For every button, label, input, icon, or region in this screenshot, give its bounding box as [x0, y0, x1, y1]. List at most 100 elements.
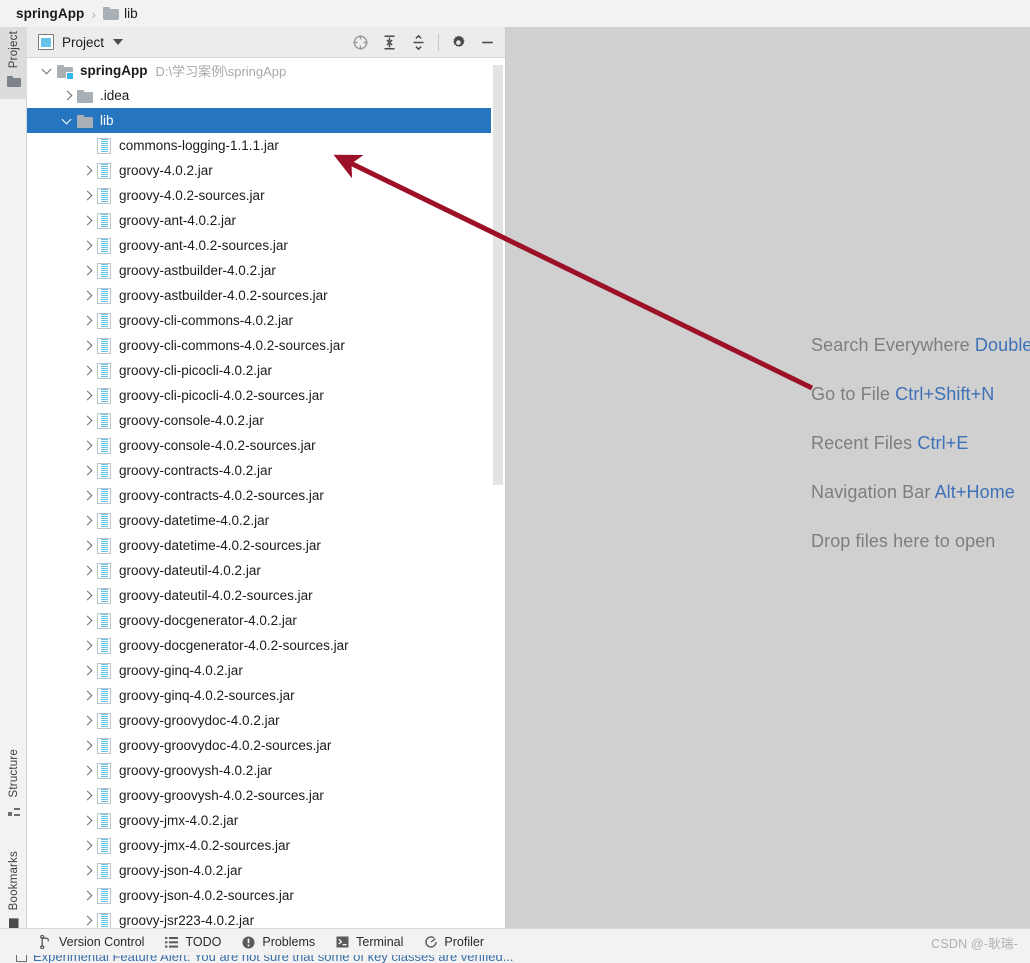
chevron-collapsed-icon[interactable] [79, 708, 97, 733]
breadcrumb-leaf[interactable]: lib [124, 6, 138, 21]
tree-row[interactable]: groovy-dateutil-4.0.2-sources.jar [27, 583, 505, 608]
tree-row-folder-idea[interactable]: .idea [27, 83, 505, 108]
tree-row[interactable]: groovy-cli-picocli-4.0.2.jar [27, 358, 505, 383]
chevron-collapsed-icon[interactable] [79, 533, 97, 558]
tree-row[interactable]: groovy-cli-picocli-4.0.2-sources.jar [27, 383, 505, 408]
chevron-collapsed-icon[interactable] [79, 258, 97, 283]
chevron-collapsed-icon[interactable] [79, 808, 97, 833]
tree-row-folder-lib[interactable]: lib [27, 108, 505, 133]
tree-row[interactable]: groovy-console-4.0.2.jar [27, 408, 505, 433]
tree-row[interactable]: groovy-ant-4.0.2.jar [27, 208, 505, 233]
tree-row[interactable]: groovy-groovydoc-4.0.2.jar [27, 708, 505, 733]
bottom-notification[interactable]: Experimental Feature Alert: You are not … [16, 955, 514, 963]
chevron-collapsed-icon[interactable] [79, 183, 97, 208]
tree-row[interactable]: groovy-json-4.0.2.jar [27, 858, 505, 883]
editor-hint: Search Everywhere Double Shift [811, 321, 1030, 370]
tree-row[interactable]: groovy-datetime-4.0.2.jar [27, 508, 505, 533]
select-opened-file-icon[interactable] [347, 29, 374, 56]
branch-icon [38, 935, 53, 950]
breadcrumb-project[interactable]: springApp [16, 6, 84, 21]
structure-icon [6, 803, 22, 819]
chevron-collapsed-icon[interactable] [79, 458, 97, 483]
chevron-collapsed-icon[interactable] [79, 433, 97, 458]
tree-row[interactable]: groovy-contracts-4.0.2-sources.jar [27, 483, 505, 508]
tree-scrollbar[interactable] [491, 58, 505, 935]
tree-row-label: groovy-jmx-4.0.2-sources.jar [119, 838, 291, 853]
tree-row[interactable]: groovy-cli-commons-4.0.2-sources.jar [27, 333, 505, 358]
status-item-version-control[interactable]: Version Control [38, 935, 144, 950]
tree-row[interactable]: groovy-jmx-4.0.2-sources.jar [27, 833, 505, 858]
project-tree[interactable]: springApp D:\学习案例\springApp .idea lib common… [27, 58, 505, 935]
tree-row[interactable]: groovy-astbuilder-4.0.2.jar [27, 258, 505, 283]
chevron-collapsed-icon[interactable] [79, 308, 97, 333]
tree-row[interactable]: groovy-jmx-4.0.2.jar [27, 808, 505, 833]
status-item-profiler[interactable]: Profiler [423, 935, 484, 950]
chevron-collapsed-icon[interactable] [79, 733, 97, 758]
chevron-collapsed-icon[interactable] [79, 683, 97, 708]
rail-item-bookmarks[interactable]: Bookmarks [0, 847, 27, 937]
chevron-collapsed-icon[interactable] [79, 883, 97, 908]
tree-row[interactable]: groovy-docgenerator-4.0.2-sources.jar [27, 633, 505, 658]
rail-item-structure[interactable]: Structure [0, 745, 27, 824]
chevron-collapsed-icon[interactable] [79, 658, 97, 683]
chevron-collapsed-icon[interactable] [79, 333, 97, 358]
chevron-collapsed-icon[interactable] [59, 83, 77, 108]
tree-row[interactable]: groovy-json-4.0.2-sources.jar [27, 883, 505, 908]
chevron-expanded-icon[interactable] [59, 108, 77, 133]
jar-icon [97, 437, 111, 454]
status-item-problems[interactable]: Problems [241, 935, 315, 950]
tree-row[interactable]: commons-logging-1.1.1.jar [27, 133, 505, 158]
chevron-down-icon[interactable] [113, 39, 124, 45]
chevron-collapsed-icon[interactable] [79, 633, 97, 658]
chevron-expanded-icon[interactable] [39, 58, 57, 83]
chevron-collapsed-icon[interactable] [79, 383, 97, 408]
checkbox-icon[interactable] [16, 955, 27, 962]
project-tool-window: Project springApp D:\学习案例\springApp .ide… [27, 27, 506, 935]
chevron-collapsed-icon[interactable] [79, 158, 97, 183]
tree-row[interactable]: groovy-ant-4.0.2-sources.jar [27, 233, 505, 258]
chevron-collapsed-icon[interactable] [79, 758, 97, 783]
tree-row[interactable]: groovy-ginq-4.0.2.jar [27, 658, 505, 683]
chevron-collapsed-icon[interactable] [79, 608, 97, 633]
expand-all-icon[interactable] [376, 29, 403, 56]
chevron-collapsed-icon[interactable] [79, 783, 97, 808]
tree-row[interactable]: groovy-console-4.0.2-sources.jar [27, 433, 505, 458]
status-item-terminal[interactable]: Terminal [335, 935, 403, 950]
chevron-collapsed-icon[interactable] [79, 408, 97, 433]
tree-row[interactable]: groovy-dateutil-4.0.2.jar [27, 558, 505, 583]
chevron-collapsed-icon[interactable] [79, 833, 97, 858]
settings-gear-icon[interactable] [445, 29, 472, 56]
folder-icon [6, 74, 22, 90]
chevron-collapsed-icon[interactable] [79, 358, 97, 383]
tree-scrollbar-thumb[interactable] [493, 65, 503, 485]
collapse-all-icon[interactable] [405, 29, 432, 56]
jar-icon [97, 887, 111, 904]
tree-row-label: lib [100, 113, 114, 128]
status-item-todo[interactable]: TODO [164, 935, 221, 950]
chevron-collapsed-icon[interactable] [79, 483, 97, 508]
chevron-collapsed-icon[interactable] [79, 583, 97, 608]
tree-row[interactable]: groovy-docgenerator-4.0.2.jar [27, 608, 505, 633]
tree-row[interactable]: groovy-contracts-4.0.2.jar [27, 458, 505, 483]
tree-row[interactable]: groovy-ginq-4.0.2-sources.jar [27, 683, 505, 708]
tree-row[interactable]: groovy-astbuilder-4.0.2-sources.jar [27, 283, 505, 308]
jar-icon [97, 237, 111, 254]
editor-empty-area[interactable]: Search Everywhere Double ShiftGo to File… [506, 27, 1030, 935]
chevron-collapsed-icon[interactable] [79, 233, 97, 258]
tree-row[interactable]: groovy-groovysh-4.0.2-sources.jar [27, 783, 505, 808]
chevron-collapsed-icon[interactable] [79, 558, 97, 583]
tree-row[interactable]: groovy-4.0.2-sources.jar [27, 183, 505, 208]
chevron-collapsed-icon[interactable] [79, 508, 97, 533]
tree-row[interactable]: groovy-cli-commons-4.0.2.jar [27, 308, 505, 333]
tree-row[interactable]: groovy-groovysh-4.0.2.jar [27, 758, 505, 783]
tree-row[interactable]: groovy-groovydoc-4.0.2-sources.jar [27, 733, 505, 758]
tree-row-project-root[interactable]: springApp D:\学习案例\springApp [27, 58, 505, 83]
rail-item-project[interactable]: Project [0, 27, 27, 100]
hide-icon[interactable] [474, 29, 501, 56]
chevron-collapsed-icon[interactable] [79, 283, 97, 308]
chevron-collapsed-icon[interactable] [79, 858, 97, 883]
chevron-collapsed-icon[interactable] [79, 208, 97, 233]
status-bar: Version Control TODO Problems Terminal Profi… [0, 928, 1030, 955]
tree-row[interactable]: groovy-4.0.2.jar [27, 158, 505, 183]
tree-row[interactable]: groovy-datetime-4.0.2-sources.jar [27, 533, 505, 558]
